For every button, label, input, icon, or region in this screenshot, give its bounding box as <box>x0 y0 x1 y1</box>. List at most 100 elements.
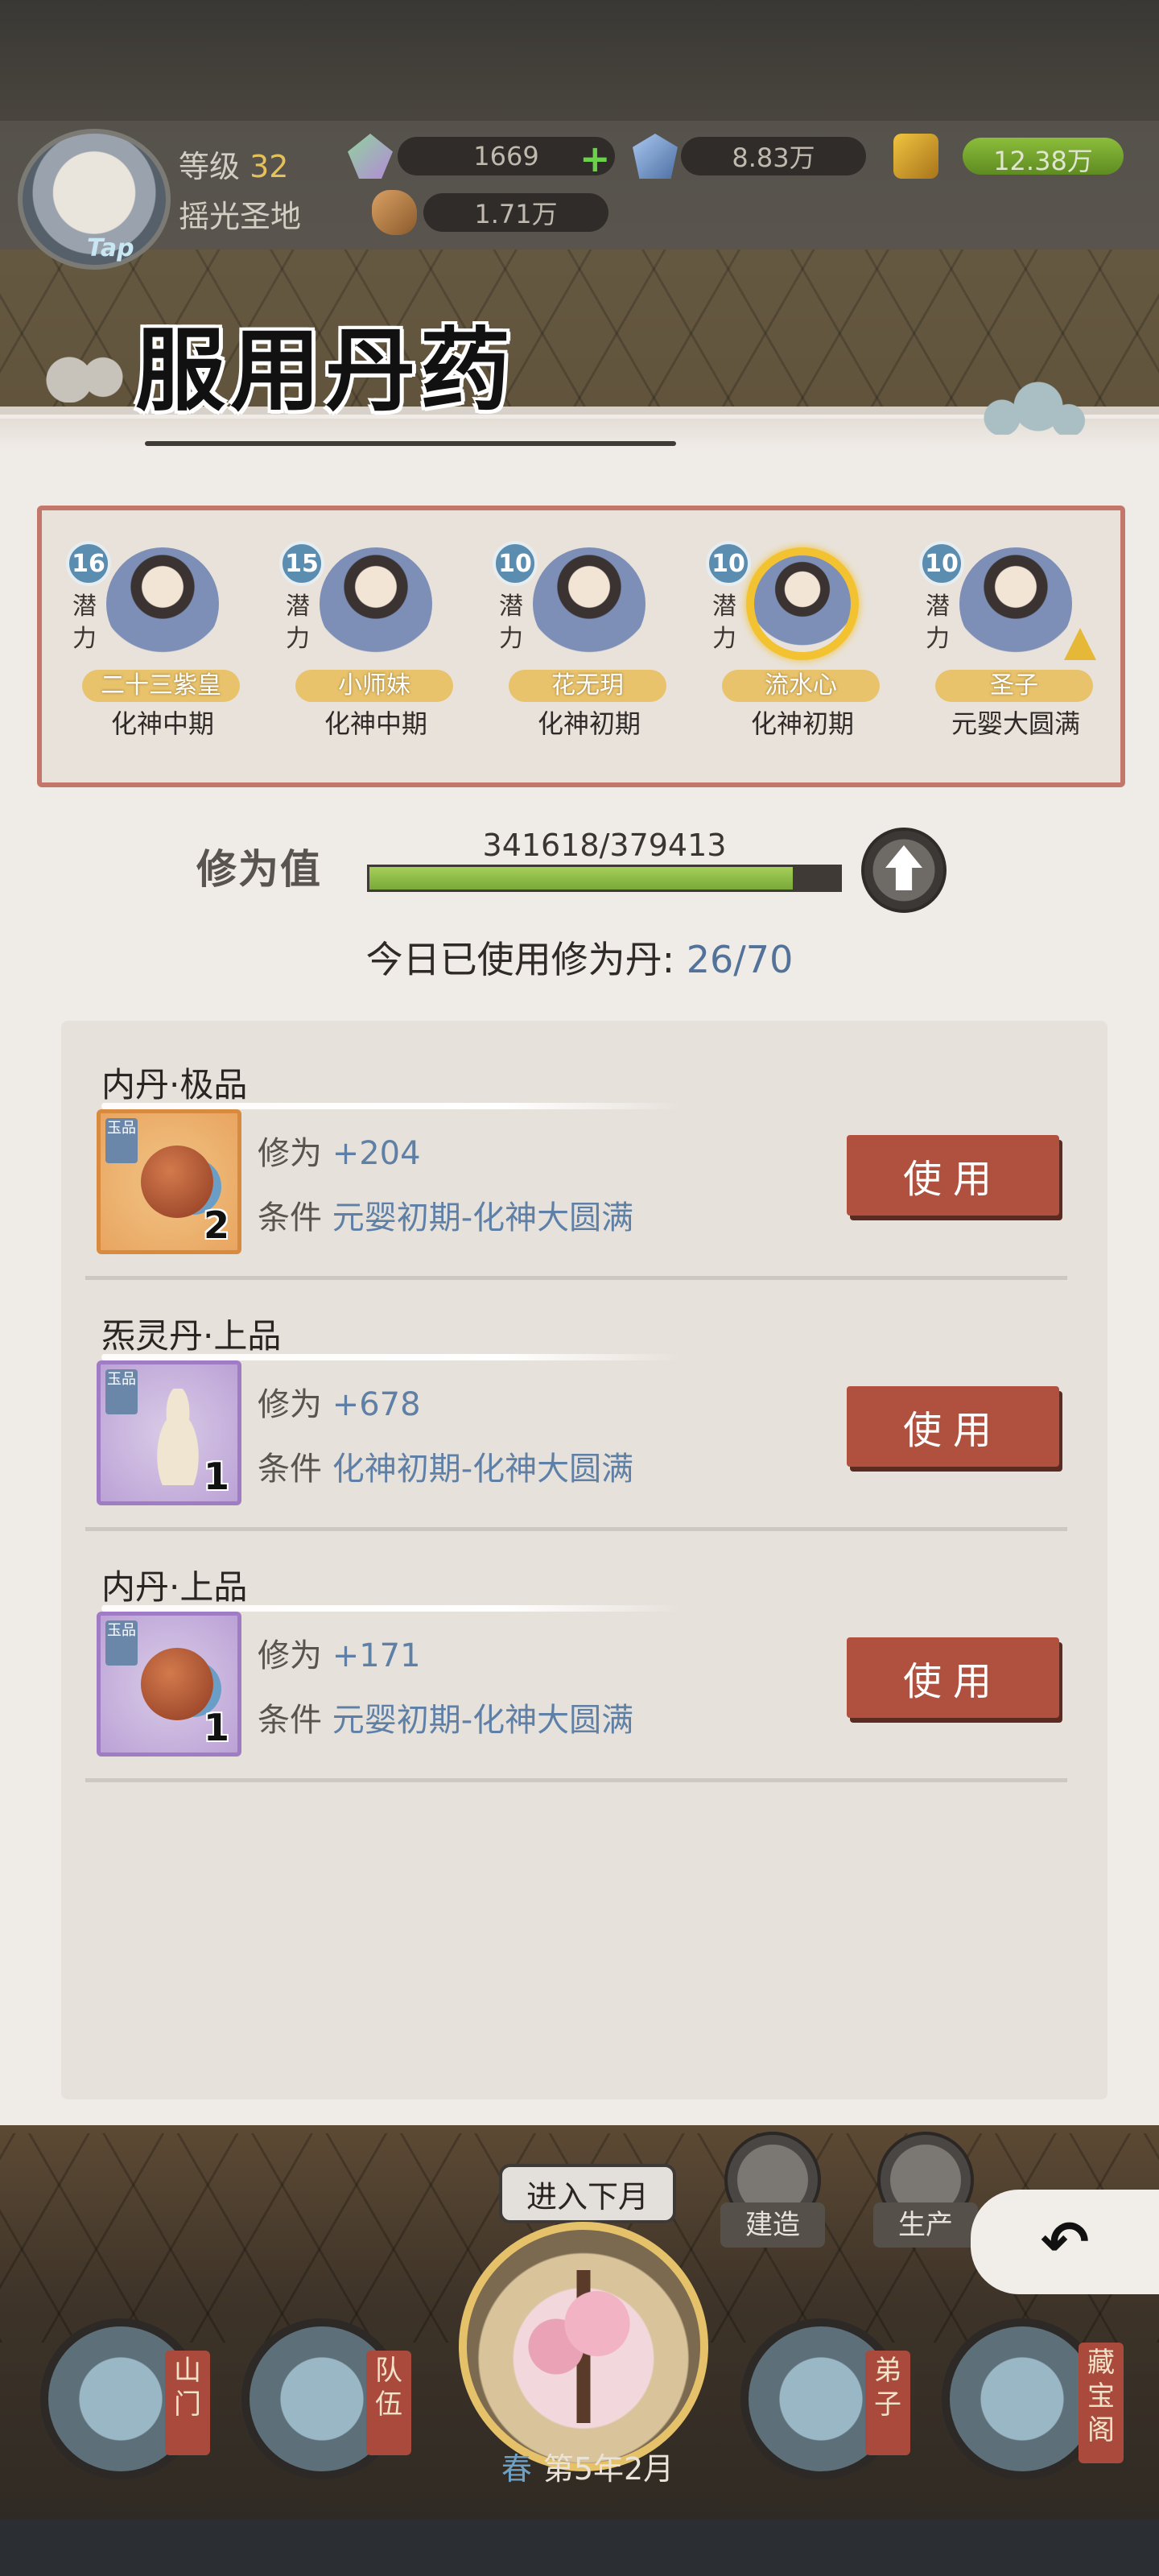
inner-core-icon <box>141 1146 213 1218</box>
disciple-stage: 化神中期 <box>110 708 214 739</box>
next-month-bubble[interactable]: 进入下月 <box>499 2164 676 2223</box>
daily-usage-value: 26/70 <box>686 938 794 981</box>
disciple-portrait <box>533 547 645 660</box>
potential-label: 潜力 <box>712 592 736 653</box>
potential-label: 潜力 <box>499 592 523 653</box>
disciple-name: 圣子 <box>935 670 1093 702</box>
pill-condition: 条件 化神初期-化神大圆满 <box>258 1443 633 1489</box>
gourd-icon <box>146 1389 210 1485</box>
gold-value: 12.38万 <box>993 146 1093 176</box>
divider <box>85 1276 1067 1280</box>
disciple-name: 小师妹 <box>295 670 453 702</box>
disciple-portrait <box>320 547 432 660</box>
cultivation-label: 修为值 <box>196 845 322 893</box>
sect-name: 摇光圣地 <box>179 199 302 234</box>
disciple-card[interactable]: 16 潜力 二十三紫皇 化神中期 <box>42 523 251 781</box>
list-item: 内丹·极品 玉品 2 修为 +204 条件 元婴初期-化神大圆满 使用 <box>80 1030 1070 1280</box>
potential-badge: 15 <box>279 541 324 586</box>
disciple-portrait-selected <box>746 547 859 660</box>
use-button[interactable]: 使用 <box>847 1135 1059 1216</box>
stat-label: 修为 <box>258 1637 322 1674</box>
potential-badge: 10 <box>919 541 964 586</box>
pill-item-icon[interactable]: 玉品 1 <box>97 1612 241 1757</box>
potential-label: 潜力 <box>286 592 310 653</box>
stat-label: 修为 <box>258 1386 322 1423</box>
cultivation-value: 341618/379413 <box>482 828 727 863</box>
nav-disciples[interactable]: 弟子 <box>865 2351 910 2455</box>
potential-label: 潜力 <box>926 592 950 653</box>
pill-stat: 修为 +204 <box>258 1127 421 1174</box>
use-button[interactable]: 使用 <box>847 1637 1059 1718</box>
disciple-name: 花无玥 <box>509 670 666 702</box>
condition-value: 元婴初期-化神大圆满 <box>332 1702 634 1739</box>
pill-item-icon[interactable]: 玉品 2 <box>97 1109 241 1254</box>
disciple-portrait <box>106 547 219 660</box>
disciple-stage: 化神初期 <box>750 708 854 739</box>
rank-badge-icon <box>1064 628 1096 660</box>
disciple-selector: 16 潜力 二十三紫皇 化神中期 15 潜力 小师妹 化神中期 10 潜力 花无… <box>37 506 1125 787</box>
inner-core-icon <box>141 1648 213 1720</box>
disciple-name: 流水心 <box>722 670 880 702</box>
breakthrough-up-button[interactable] <box>861 828 947 913</box>
nav-team[interactable]: 队伍 <box>366 2351 411 2455</box>
divider <box>85 1527 1067 1531</box>
pill-condition: 条件 元婴初期-化神大圆满 <box>258 1191 633 1238</box>
condition-value: 元婴初期-化神大圆满 <box>332 1199 634 1236</box>
level-display: 等级 32 <box>179 142 288 186</box>
gold-icon <box>893 134 938 179</box>
daily-usage: 今日已使用修为丹: 26/70 <box>0 931 1159 984</box>
pill-title: 内丹·上品 <box>101 1567 248 1607</box>
title-underline <box>145 441 676 446</box>
cultivation-progress-fill <box>369 867 793 890</box>
add-gem-icon[interactable]: + <box>580 137 611 180</box>
stat-value: +678 <box>332 1386 421 1423</box>
level-value: 32 <box>250 149 289 184</box>
produce-button[interactable]: 生产 <box>873 2202 978 2248</box>
condition-value: 化神初期-化神大圆满 <box>332 1451 634 1488</box>
stat-value: +204 <box>332 1135 421 1172</box>
use-button[interactable]: 使用 <box>847 1386 1059 1467</box>
list-item: 炁灵丹·上品 玉品 1 修为 +678 条件 化神初期-化神大圆满 使用 <box>80 1282 1070 1531</box>
date-label: 第5年2月 <box>542 2451 674 2487</box>
disciple-card[interactable]: 10 潜力 圣子 元婴大圆满 <box>895 523 1104 781</box>
dialog-title-wrap: 服用丹药 <box>121 290 539 459</box>
disciple-card-selected[interactable]: 10 潜力 流水心 化神初期 <box>682 523 891 781</box>
potential-badge: 16 <box>66 541 111 586</box>
back-arrow-icon[interactable]: ↶ <box>971 2190 1159 2294</box>
grade-tag: 玉品 <box>105 1369 138 1414</box>
season-date: 春第5年2月 <box>467 2447 708 2491</box>
condition-label: 条件 <box>258 1199 322 1236</box>
condition-label: 条件 <box>258 1702 322 1739</box>
disciple-portrait <box>959 547 1072 660</box>
disciple-name: 二十三紫皇 <box>82 670 240 702</box>
disciple-stage: 元婴大圆满 <box>951 708 1080 739</box>
potential-badge: 10 <box>493 541 538 586</box>
nav-gate[interactable]: 山门 <box>165 2351 210 2455</box>
season-label: 春 <box>501 2451 532 2487</box>
plum-tree-icon <box>515 2270 652 2423</box>
gold-resource: 12.38万 <box>963 138 1124 176</box>
pill-count: 1 <box>203 1455 229 1498</box>
pill-count: 2 <box>203 1203 229 1247</box>
pill-title: 炁灵丹·上品 <box>101 1316 282 1356</box>
grade-tag: 玉品 <box>105 1620 138 1666</box>
nav-treasure[interactable]: 藏宝阁 <box>1079 2343 1124 2463</box>
condition-label: 条件 <box>258 1451 322 1488</box>
avatar-tap-label: Tap <box>87 234 134 262</box>
system-home-bar <box>0 2520 1159 2576</box>
wood-resource: 1.71万 <box>423 193 608 232</box>
pill-count: 1 <box>203 1706 229 1749</box>
disciple-card[interactable]: 15 潜力 小师妹 化神中期 <box>255 523 464 781</box>
level-label: 等级 <box>179 149 241 184</box>
cloud-decoration-right <box>966 378 1087 435</box>
player-avatar[interactable]: Tap <box>18 129 171 270</box>
stat-label: 修为 <box>258 1135 322 1172</box>
pill-item-icon[interactable]: 玉品 1 <box>97 1360 241 1505</box>
stat-value: +171 <box>332 1637 421 1674</box>
divider <box>85 1778 1067 1782</box>
disciple-card[interactable]: 10 潜力 花无玥 化神初期 <box>468 523 678 781</box>
pill-title: 内丹·极品 <box>101 1065 248 1104</box>
build-button[interactable]: 建造 <box>720 2202 825 2248</box>
pill-stat: 修为 +678 <box>258 1378 421 1425</box>
potential-label: 潜力 <box>72 592 97 653</box>
